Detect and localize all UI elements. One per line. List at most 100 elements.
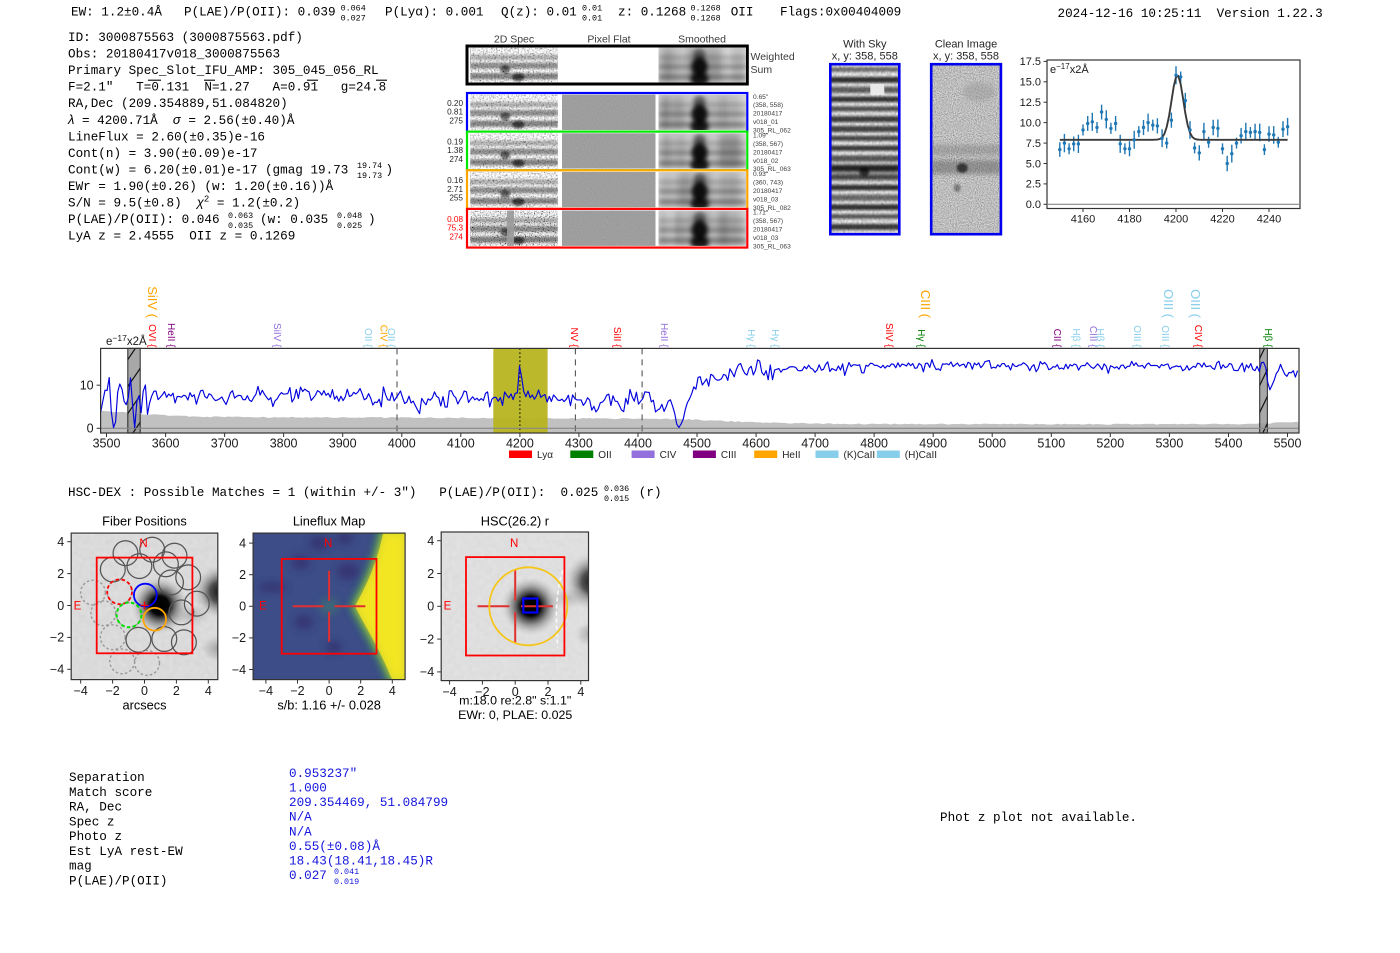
svg-text:Hγ {: Hγ { <box>915 329 926 348</box>
svg-text:2: 2 <box>57 567 64 581</box>
svg-text:−2: −2 <box>232 631 246 645</box>
svg-text:4: 4 <box>57 535 64 549</box>
svg-text:N: N <box>510 538 518 550</box>
svg-text:NV {: NV { <box>568 327 579 348</box>
svg-text:274: 274 <box>449 232 463 241</box>
svg-text:1.38: 1.38 <box>447 146 463 155</box>
svg-text:17.5: 17.5 <box>1020 56 1041 68</box>
svg-text:−4: −4 <box>50 663 64 677</box>
svg-text:−4: −4 <box>259 684 273 698</box>
svg-text:P(Lyα): 0.001: P(Lyα): 0.001 <box>385 5 484 20</box>
svg-text:3700: 3700 <box>211 436 239 450</box>
svg-text:0.953237": 0.953237" <box>289 766 357 781</box>
svg-text:x, y: 358, 558: x, y: 358, 558 <box>933 51 999 63</box>
svg-text:4300: 4300 <box>565 436 593 450</box>
svg-text:OII: OII <box>598 450 611 461</box>
svg-text:CIII (: CIII ( <box>918 290 933 319</box>
svg-text:4400: 4400 <box>624 436 652 450</box>
svg-text:4: 4 <box>239 536 246 550</box>
svg-text:(358, 567): (358, 567) <box>753 141 783 148</box>
svg-text:P(LAE)/P(OII): 0.046: P(LAE)/P(OII): 0.046 <box>68 212 220 227</box>
svg-text:5300: 5300 <box>1155 436 1183 450</box>
svg-text:3800: 3800 <box>270 436 298 450</box>
svg-text:20180417: 20180417 <box>753 111 783 118</box>
svg-text:v018_01: v018_01 <box>753 119 779 126</box>
svg-text:7.5: 7.5 <box>1026 138 1041 150</box>
svg-text:2.71: 2.71 <box>447 185 463 194</box>
svg-text:SiIV (: SiIV ( <box>145 286 160 318</box>
svg-text:LyA z = 2.4555 OII z = 0.1269: LyA z = 2.4555 OII z = 0.1269 <box>68 229 295 244</box>
svg-text:N: N <box>324 538 332 550</box>
svg-text:OII {: OII { <box>385 328 396 348</box>
svg-text:0: 0 <box>326 684 333 698</box>
svg-text:5400: 5400 <box>1215 436 1243 450</box>
svg-text:18.43(18.41,18.45)R: 18.43(18.41,18.45)R <box>289 854 433 869</box>
svg-text:CIV {: CIV { <box>1192 325 1203 348</box>
svg-text:4100: 4100 <box>447 436 475 450</box>
svg-text:Spec z: Spec z <box>69 814 114 829</box>
svg-text:(r): (r) <box>639 485 662 500</box>
svg-text:1.71": 1.71" <box>753 210 769 217</box>
svg-text:0.048: 0.048 <box>337 211 362 221</box>
svg-text:F=2.1" T=0.131 N=1.27 A=0: F=2.1" T=0.131 N=1.27 A=0.91 g=24.8 <box>68 80 386 95</box>
svg-text:−2: −2 <box>105 684 119 698</box>
svg-text:0.1268: 0.1268 <box>691 3 721 13</box>
svg-text:e−17x2Å: e−17x2Å <box>106 333 147 348</box>
svg-text:CIV: CIV <box>660 450 677 461</box>
svg-text:0: 0 <box>87 422 94 436</box>
svg-text:5200: 5200 <box>1096 436 1124 450</box>
svg-text:12.5: 12.5 <box>1020 97 1041 109</box>
svg-text:Fiber Positions: Fiber Positions <box>102 514 187 529</box>
svg-text:0.19: 0.19 <box>447 138 463 147</box>
svg-text:OIII {: OIII { <box>1131 325 1142 348</box>
svg-text:Photo z: Photo z <box>69 829 122 844</box>
svg-text:305_RL_063: 305_RL_063 <box>753 244 791 251</box>
svg-text:2: 2 <box>239 568 246 582</box>
svg-text:0.55(±0.08)Å: 0.55(±0.08)Å <box>289 839 380 854</box>
svg-text:0: 0 <box>57 599 64 613</box>
svg-text:3500: 3500 <box>93 436 121 450</box>
svg-text:5100: 5100 <box>1037 436 1065 450</box>
svg-text:): ) <box>386 162 394 177</box>
svg-text:(H)CaII: (H)CaII <box>905 450 937 461</box>
svg-text:0.93": 0.93" <box>753 171 769 178</box>
svg-text:4: 4 <box>205 684 212 698</box>
svg-text:209.354469, 51.084799: 209.354469, 51.084799 <box>289 795 448 810</box>
svg-text:−2: −2 <box>420 632 434 646</box>
svg-text:75.3: 75.3 <box>447 224 463 233</box>
svg-text:LineFlux = 2.60(±0.35)e-16: LineFlux = 2.60(±0.35)e-16 <box>68 129 265 144</box>
svg-text:(K)CaII: (K)CaII <box>844 450 876 461</box>
svg-text:275: 275 <box>449 116 463 125</box>
svg-text:1.09": 1.09" <box>753 132 769 139</box>
svg-text:−4: −4 <box>442 685 456 699</box>
svg-text:20180417: 20180417 <box>753 149 783 156</box>
svg-text:2: 2 <box>173 684 180 698</box>
svg-text:λ = 4200.71Å σ = 2.56(±0.40)Å: λ = 4200.71Å σ = 2.56(±0.40)Å <box>67 112 295 128</box>
svg-text:0.81: 0.81 <box>447 108 463 117</box>
svg-text:0: 0 <box>239 600 246 614</box>
svg-text:0: 0 <box>141 684 148 698</box>
svg-text:1.000: 1.000 <box>289 781 327 796</box>
svg-text:Match score: Match score <box>69 785 152 800</box>
svg-text:4180: 4180 <box>1117 214 1141 226</box>
svg-text:0.015: 0.015 <box>604 494 629 504</box>
svg-text:4600: 4600 <box>742 436 770 450</box>
svg-text:4000: 4000 <box>388 436 416 450</box>
svg-text:N: N <box>139 538 147 550</box>
svg-text:OIII (: OIII ( <box>1161 289 1176 319</box>
svg-text:x, y: 358, 558: x, y: 358, 558 <box>832 51 898 63</box>
svg-text:OIII {: OIII { <box>1159 325 1170 348</box>
svg-text:2: 2 <box>357 684 364 698</box>
svg-text:Lyα: Lyα <box>537 450 553 461</box>
svg-text:(358, 558): (358, 558) <box>753 102 783 109</box>
svg-text:s/b: 1.16 +/- 0.028: s/b: 1.16 +/- 0.028 <box>277 698 381 713</box>
svg-text:0.0: 0.0 <box>1026 199 1041 211</box>
svg-text:Sum: Sum <box>751 64 773 76</box>
svg-text:P(LAE)/P(OII): P(LAE)/P(OII) <box>69 873 168 888</box>
svg-text:0.1268: 0.1268 <box>691 13 721 23</box>
svg-text:OII: OII <box>731 5 754 20</box>
svg-text:−2: −2 <box>50 631 64 645</box>
svg-text:0.01: 0.01 <box>582 3 602 13</box>
svg-text:Cont(n) = 3.90(±0.09)e-17: Cont(n) = 3.90(±0.09)e-17 <box>68 146 257 161</box>
svg-text:4: 4 <box>427 534 434 548</box>
